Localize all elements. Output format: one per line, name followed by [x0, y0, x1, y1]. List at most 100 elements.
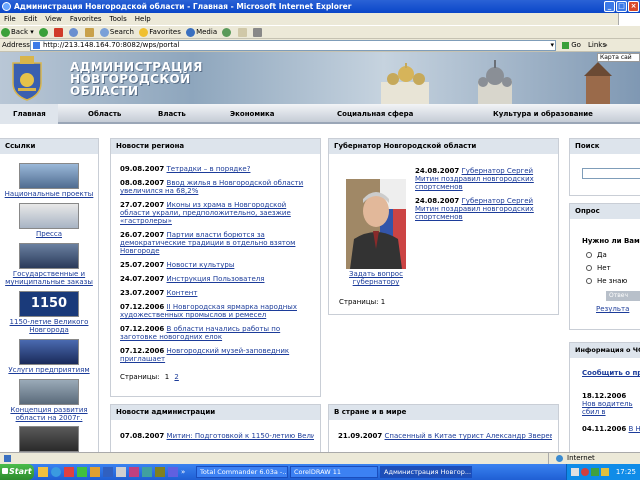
forward-arrow-icon — [38, 27, 48, 37]
menu-file[interactable]: File — [0, 13, 20, 25]
mail-button[interactable] — [237, 26, 248, 38]
task-ie-window[interactable]: Администрация Новгор... — [380, 466, 472, 478]
clock: 17:25 — [615, 468, 636, 476]
quicklaunch-app-icon[interactable] — [142, 467, 152, 477]
nav-economy[interactable]: Экономика — [230, 104, 274, 124]
start-button[interactable]: Start — [0, 464, 34, 480]
nav-region[interactable]: Область — [88, 104, 121, 124]
poll-vote-button[interactable]: Отвеч — [606, 291, 640, 301]
task-total-commander[interactable]: Total Commander 6.03a -... — [196, 466, 288, 478]
quicklaunch-app-icon[interactable] — [103, 467, 113, 477]
link-press[interactable]: Пресса — [0, 203, 98, 238]
tray-icon[interactable] — [581, 468, 589, 476]
menu-edit[interactable]: Edit — [20, 13, 42, 25]
nav-social[interactable]: Социальная сфера — [337, 104, 413, 124]
page-loaded-icon — [4, 455, 11, 462]
news-item: 24.07.2007 Инструкция Пользователя — [120, 275, 265, 283]
address-bar: Address http://213.148.164.70:8082/wps/p… — [0, 39, 640, 52]
history-button[interactable] — [221, 26, 232, 38]
quicklaunch-app-icon[interactable] — [129, 467, 139, 477]
emergency-item: 04.11.2006 В Нов — [582, 425, 640, 433]
quick-launch: » — [38, 467, 188, 477]
tray-icon[interactable] — [571, 468, 579, 476]
poll-option-no[interactable]: Нет — [586, 264, 611, 272]
ask-governor-link[interactable]: Задать вопрос губернатору — [345, 270, 407, 286]
tower-icon — [584, 62, 612, 104]
address-input[interactable]: http://213.148.164.70:8082/wps/portal ▾ — [30, 40, 556, 51]
nav-power[interactable]: Власть — [158, 104, 186, 124]
security-zone: Internet — [567, 454, 595, 462]
menu-help[interactable]: Help — [131, 13, 155, 25]
taskbar: Start » Total Commander 6.03a -... Corel… — [0, 464, 640, 480]
close-button[interactable]: × — [628, 1, 639, 12]
search-panel: Поиск — [569, 138, 640, 196]
address-dropdown-icon[interactable]: ▾ — [550, 41, 554, 50]
admin-news-item: 07.08.2007 Митин: Подготовкой к 1150-лет… — [120, 432, 314, 440]
print-button[interactable] — [252, 26, 263, 38]
window-title: Администрация Новгородской области - Гла… — [14, 2, 352, 11]
radio-icon — [586, 278, 592, 284]
poll-option-yes[interactable]: Да — [586, 251, 607, 259]
links-chevron-icon[interactable]: » — [604, 39, 608, 51]
maximize-button[interactable]: □ — [616, 1, 627, 12]
quicklaunch-app-icon[interactable] — [116, 467, 126, 477]
quicklaunch-app-icon[interactable] — [64, 467, 74, 477]
governor-photo-icon[interactable] — [346, 179, 406, 269]
quicklaunch-chevron-icon[interactable]: » — [181, 467, 188, 477]
search-input[interactable] — [582, 168, 640, 179]
industry-photo-icon — [19, 379, 79, 405]
site-title: АДМИНИСТРАЦИЯ НОВГОРОДСКОЙ ОБЛАСТИ — [70, 60, 203, 98]
stop-button[interactable] — [53, 26, 64, 38]
link-business-services[interactable]: Услуги предприятиям — [0, 339, 98, 374]
refresh-button[interactable] — [68, 26, 79, 38]
nav-home[interactable]: Главная — [0, 104, 58, 124]
favorites-button[interactable]: Favorites — [138, 26, 181, 38]
nav-culture[interactable]: Культура и образование — [493, 104, 593, 124]
poll-option-dontknow[interactable]: Не знаю — [586, 277, 627, 285]
menu-tools[interactable]: Tools — [106, 13, 131, 25]
minimize-button[interactable]: _ — [604, 1, 615, 12]
volume-icon[interactable] — [601, 468, 609, 476]
link-national-projects[interactable]: Национальные проекты — [0, 163, 98, 198]
link-1150[interactable]: 1150 1150-летие Великого Новгорода — [0, 291, 98, 334]
site-banner: АДМИНИСТРАЦИЯ НОВГОРОДСКОЙ ОБЛАСТИ Карта… — [0, 52, 640, 104]
home-button[interactable] — [84, 26, 95, 38]
search-icon — [99, 27, 109, 37]
tray-icon[interactable] — [591, 468, 599, 476]
page-2-link[interactable]: 2 — [174, 373, 178, 381]
links-panel-title: Ссылки — [0, 139, 98, 154]
quicklaunch-app-icon[interactable] — [155, 467, 165, 477]
system-tray: 17:25 — [566, 464, 640, 480]
sitemap-tab[interactable]: Карта сай — [597, 53, 640, 62]
windows-flag-icon — [618, 13, 640, 25]
link-state-orders[interactable]: Государственные и муниципальные заказы — [0, 243, 98, 286]
handshake-photo-icon[interactable] — [19, 426, 79, 452]
page-content: АДМИНИСТРАЦИЯ НОВГОРОДСКОЙ ОБЛАСТИ Карта… — [0, 52, 640, 464]
quicklaunch-folder-icon[interactable] — [38, 467, 48, 477]
go-button[interactable]: Go — [562, 39, 581, 51]
emergency-title: Информация о ЧС — [570, 343, 640, 358]
status-divider — [548, 453, 549, 464]
newspaper-icon — [19, 203, 79, 229]
media-button[interactable]: Media — [185, 26, 217, 38]
back-button[interactable]: Back ▾ — [0, 26, 34, 38]
poll-title: Опрос — [570, 204, 640, 219]
search-button[interactable]: Search — [99, 26, 134, 38]
link-development-concept[interactable]: Концепция развития области на 2007г. — [0, 379, 98, 422]
poll-results-link[interactable]: Результа — [596, 305, 629, 313]
task-coreldraw[interactable]: CorelDRAW 11 — [290, 466, 378, 478]
quicklaunch-app-icon[interactable] — [168, 467, 178, 477]
governor-pages: Страницы: 1 — [339, 298, 386, 306]
governor-news-item: 24.08.2007 Губернатор Сергей Митин поздр… — [415, 167, 534, 191]
quicklaunch-ie-icon[interactable] — [51, 467, 61, 477]
quicklaunch-app-icon[interactable] — [90, 467, 100, 477]
menu-favorites[interactable]: Favorites — [66, 13, 106, 25]
forward-button[interactable] — [38, 26, 49, 38]
search-title: Поиск — [570, 139, 640, 154]
poll-question: Нужно ли Вам с — [582, 237, 640, 245]
report-problem-link[interactable]: Сообщить о про — [582, 369, 640, 377]
radio-icon — [586, 265, 592, 271]
quicklaunch-app-icon[interactable] — [77, 467, 87, 477]
news-item: 27.07.2007 Иконы из храма в Новгородской… — [120, 201, 291, 225]
menu-view[interactable]: View — [41, 13, 66, 25]
